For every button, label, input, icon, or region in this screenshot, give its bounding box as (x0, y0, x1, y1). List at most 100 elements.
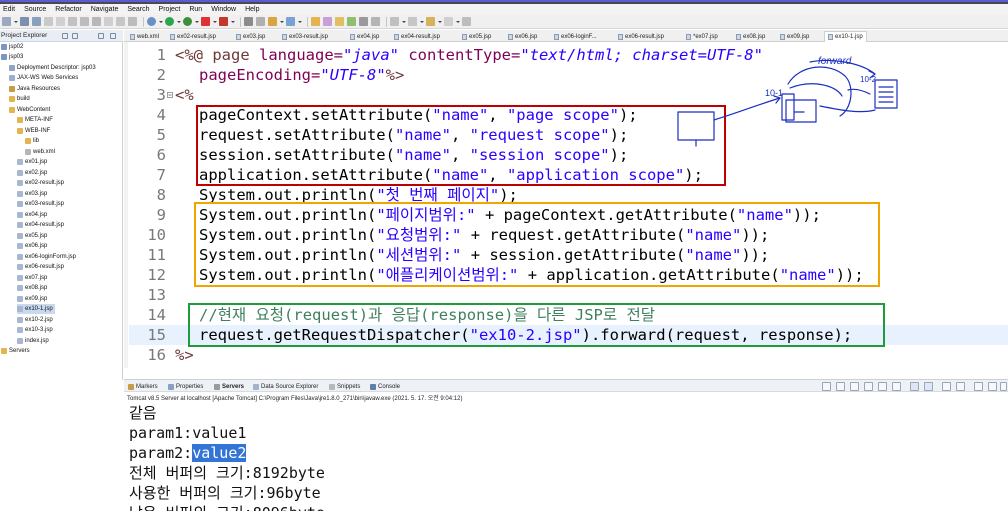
menu-navigate[interactable]: Navigate (91, 6, 119, 13)
chevron-down-icon[interactable] (456, 17, 460, 26)
tree-item[interactable]: ex10-2.jsp (17, 315, 53, 325)
editor-tab-active[interactable]: ex10-1.jsp (824, 31, 867, 42)
tree-item[interactable]: ex10-3.jsp (17, 325, 53, 335)
tree-item-selected[interactable]: ex10-1.jsp (17, 304, 55, 314)
project-explorer-tab[interactable]: Project Explorer (0, 30, 123, 42)
tree-item[interactable]: ex06-result.jsp (17, 262, 64, 272)
tree-item[interactable]: ex03.jsp (17, 189, 47, 199)
build-icon[interactable] (244, 17, 253, 26)
view-menu-icon[interactable] (974, 382, 983, 391)
last-edit-icon[interactable] (462, 17, 471, 26)
maximize-icon[interactable] (110, 33, 116, 39)
tree-item[interactable]: ex04-result.jsp (17, 220, 64, 230)
close-editor-icon[interactable] (56, 17, 65, 26)
pin-console-icon[interactable] (924, 382, 933, 391)
tree-item[interactable]: jsp02 (1, 42, 23, 52)
show-stderr-icon[interactable] (910, 382, 919, 391)
editor-tab[interactable]: ex08.jsp (736, 31, 765, 42)
editor-tab[interactable]: *ex07.jsp (686, 31, 718, 42)
editor-tab[interactable]: ex06-loginF... (554, 31, 597, 42)
open-type-icon[interactable] (323, 17, 332, 26)
collapse-all-icon[interactable] (62, 33, 68, 39)
tree-item[interactable]: JAX-WS Web Services (9, 73, 78, 83)
chevron-down-icon[interactable] (177, 17, 181, 26)
editor-tab[interactable]: ex05.jsp (462, 31, 491, 42)
chevron-down-icon[interactable] (159, 17, 163, 26)
search-icon[interactable] (359, 17, 368, 26)
tree-item[interactable]: ex02.jsp (17, 168, 47, 178)
tree-item[interactable]: ex01.jsp (17, 157, 47, 167)
save-all-icon[interactable] (32, 17, 41, 26)
tree-item[interactable]: lib (25, 136, 39, 146)
fold-minus-icon[interactable] (167, 92, 173, 98)
back-icon[interactable] (426, 17, 435, 26)
tree-item[interactable]: ex05.jsp (17, 231, 47, 241)
chevron-down-icon[interactable] (280, 17, 284, 26)
chevron-down-icon[interactable] (438, 17, 442, 26)
menu-edit[interactable]: Edit (3, 6, 15, 13)
tree-item[interactable]: Servers (1, 346, 30, 356)
annotation-next-icon[interactable] (390, 17, 399, 26)
chevron-down-icon[interactable] (298, 17, 302, 26)
new-class-icon[interactable] (268, 17, 277, 26)
tree-item[interactable]: build (9, 94, 30, 104)
tree-item[interactable]: Java Resources (9, 84, 60, 94)
menu-search[interactable]: Search (127, 6, 149, 13)
tree-item[interactable]: index.jsp (17, 336, 49, 346)
print-icon[interactable] (44, 17, 53, 26)
task-icon[interactable] (347, 17, 356, 26)
menu-project[interactable]: Project (159, 6, 181, 13)
console-output[interactable]: 같음 param1:value1 param2:value2 전체 버퍼의 크기… (124, 402, 1008, 511)
link-editor-icon[interactable] (72, 33, 78, 39)
tree-item[interactable]: Deployment Descriptor: jsp03 (9, 63, 96, 73)
tab-markers[interactable]: Markers (128, 382, 158, 391)
tab-snippets[interactable]: Snippets (329, 382, 360, 391)
tree-item[interactable]: ex02-result.jsp (17, 178, 64, 188)
highlight-icon[interactable] (335, 17, 344, 26)
properties-icon[interactable] (68, 17, 77, 26)
clipboard-icon[interactable] (80, 17, 89, 26)
editor-tab[interactable]: ex02-result.jsp (170, 31, 216, 42)
editor-tab[interactable]: ex04.jsp (350, 31, 379, 42)
menu-source[interactable]: Source (24, 6, 46, 13)
open-console-icon[interactable] (956, 382, 965, 391)
scroll-lock-icon[interactable] (864, 382, 873, 391)
format-icon[interactable] (128, 17, 137, 26)
new-icon[interactable] (2, 17, 11, 26)
minimize-icon[interactable] (988, 382, 997, 391)
tree-item[interactable]: ex09.jsp (17, 294, 47, 304)
editor-tab[interactable]: ex09.jsp (780, 31, 809, 42)
tab-servers[interactable]: Servers (214, 382, 244, 391)
copy-icon[interactable] (92, 17, 101, 26)
selected-text[interactable]: value2 (192, 444, 247, 462)
tab-data-source-explorer[interactable]: Data Source Explorer (253, 382, 318, 391)
server-icon[interactable] (219, 17, 228, 26)
package-icon[interactable] (256, 17, 265, 26)
clear-console-icon[interactable] (850, 382, 859, 391)
debug-icon[interactable] (147, 17, 156, 26)
tree-item[interactable]: ex04.jsp (17, 210, 47, 220)
editor-tab[interactable]: ex03-result.jsp (282, 31, 328, 42)
tree-item[interactable]: jsp03 (1, 52, 23, 62)
terminate-icon[interactable] (822, 382, 831, 391)
chevron-down-icon[interactable] (195, 17, 199, 26)
tree-item[interactable]: WebContent (9, 105, 50, 115)
paste-icon[interactable] (104, 17, 113, 26)
tree-item[interactable]: ex06-loginForm.jsp (17, 252, 76, 262)
tree-item[interactable]: META-INF (17, 115, 53, 125)
menu-refactor[interactable]: Refactor (55, 6, 81, 13)
chevron-down-icon[interactable] (213, 17, 217, 26)
save-icon[interactable] (20, 17, 29, 26)
editor-tab[interactable]: ex04-result.jsp (394, 31, 440, 42)
tree-item[interactable]: ex07.jsp (17, 273, 47, 283)
word-wrap-icon[interactable] (878, 382, 887, 391)
tree-item[interactable]: ex06.jsp (17, 241, 47, 251)
chevron-down-icon[interactable] (402, 17, 406, 26)
tree-item[interactable]: web.xml (25, 147, 55, 157)
delete-icon[interactable] (116, 17, 125, 26)
chevron-down-icon[interactable] (14, 17, 18, 26)
menu-run[interactable]: Run (189, 6, 202, 13)
editor-tab[interactable]: ex03.jsp (236, 31, 265, 42)
tree-item[interactable]: ex08.jsp (17, 283, 47, 293)
stop-icon[interactable] (201, 17, 210, 26)
